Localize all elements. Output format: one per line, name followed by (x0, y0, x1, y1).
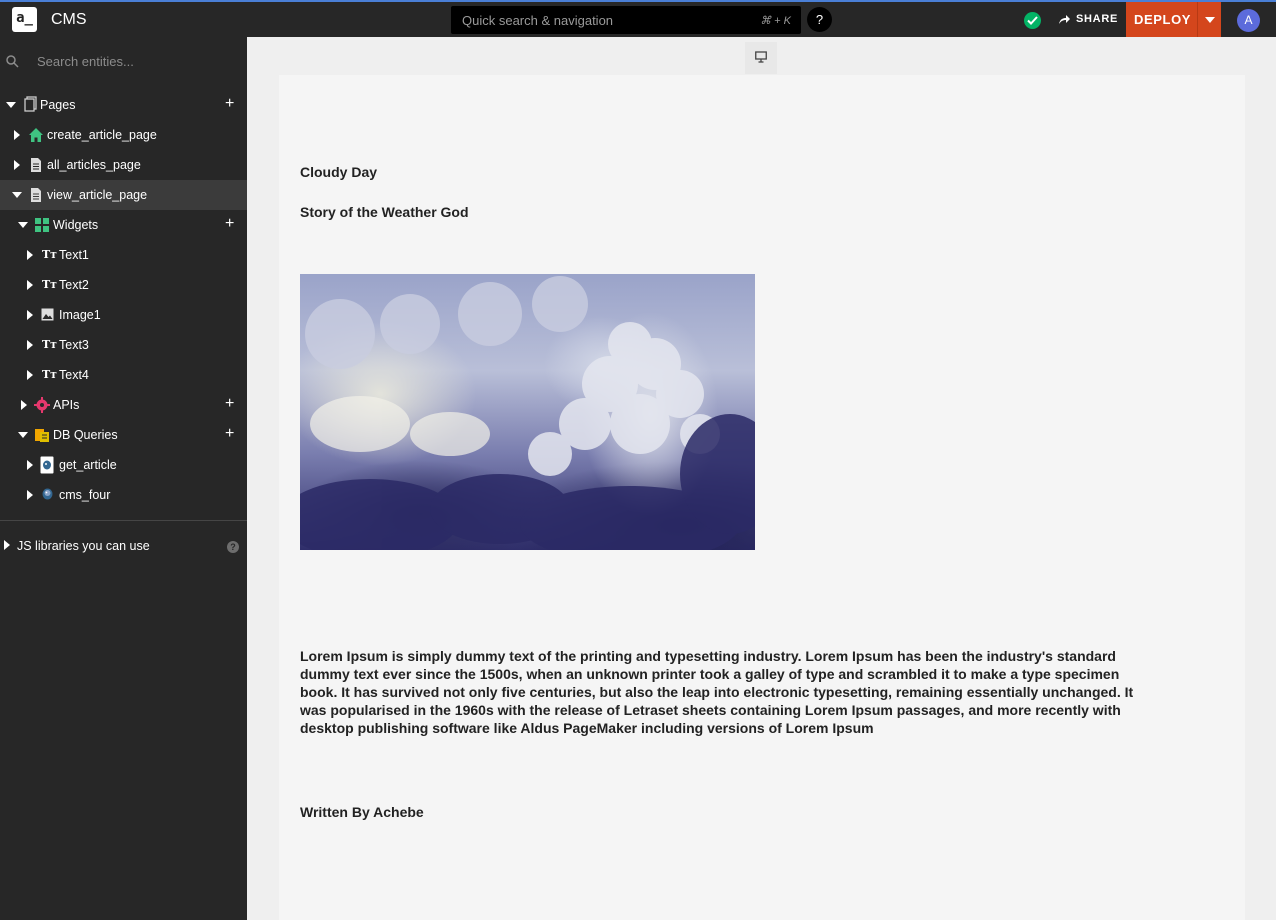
text4-widget[interactable]: Written By Achebe (300, 804, 424, 820)
home-icon (29, 128, 43, 142)
deploy-status-icon (1024, 12, 1041, 29)
expand-icon[interactable] (4, 540, 10, 550)
share-button[interactable]: SHARE (1059, 13, 1118, 25)
deploy-divider (1197, 2, 1198, 37)
query-label: cms_four (59, 488, 111, 502)
sidebar-divider (0, 520, 247, 521)
js-libraries-section[interactable]: JS libraries you can use ? (0, 532, 247, 558)
entity-search (0, 47, 247, 75)
text-widget-icon: Tт (42, 278, 58, 291)
widget-item-image1[interactable]: Image1 (0, 300, 247, 330)
app-title[interactable]: CMS (51, 11, 87, 29)
help-button[interactable]: ? (807, 7, 832, 32)
desktop-preview-toggle[interactable] (745, 42, 777, 74)
widget-item-text2[interactable]: Tт Text2 (0, 270, 247, 300)
widget-label: Text3 (59, 338, 89, 352)
expand-icon[interactable] (14, 160, 20, 170)
pages-label: Pages (40, 98, 76, 112)
share-arrow-icon (1059, 14, 1070, 24)
database-icon (35, 429, 49, 442)
quick-search-bar[interactable]: Quick search & navigation ⌘ + K (451, 6, 801, 34)
apis-label: APIs (53, 398, 80, 412)
search-icon (6, 55, 19, 68)
widget-item-text3[interactable]: Tт Text3 (0, 330, 247, 360)
quick-search-placeholder: Quick search & navigation (462, 13, 614, 28)
app-logo[interactable]: a_ (12, 7, 37, 32)
query-label: get_article (59, 458, 117, 472)
expand-icon[interactable] (21, 400, 27, 410)
entity-explorer-sidebar: Pages + create_article_page all_articles… (0, 37, 247, 920)
share-label: SHARE (1076, 13, 1119, 25)
expand-icon[interactable] (27, 460, 33, 470)
page-label: view_article_page (47, 188, 148, 202)
expand-icon[interactable] (27, 340, 33, 350)
page-icon (31, 158, 41, 172)
widgets-group[interactable]: Widgets + (0, 210, 247, 240)
text-widget-icon: Tт (42, 338, 58, 351)
image1-widget[interactable] (300, 274, 755, 550)
widget-label: Text2 (59, 278, 89, 292)
widgets-label: Widgets (53, 218, 99, 232)
widget-label: Text4 (59, 368, 89, 382)
top-bar: a_ CMS Quick search & navigation ⌘ + K ?… (0, 0, 1276, 37)
expand-icon[interactable] (27, 490, 33, 500)
user-avatar[interactable]: A (1237, 9, 1260, 32)
collapse-icon[interactable] (12, 192, 22, 198)
text2-widget[interactable]: Story of the Weather God (300, 204, 469, 220)
cloud-photo (300, 276, 755, 550)
text3-widget[interactable]: Lorem Ipsum is simply dummy text of the … (300, 647, 1160, 737)
widget-item-text1[interactable]: Tт Text1 (0, 240, 247, 270)
page-label: all_articles_page (47, 158, 141, 172)
widget-label: Image1 (59, 308, 101, 322)
postgres-query-icon (40, 456, 54, 474)
expand-icon[interactable] (27, 310, 33, 320)
apis-group[interactable]: APIs + (0, 390, 247, 420)
page-label: create_article_page (47, 128, 157, 142)
expand-icon[interactable] (27, 370, 33, 380)
widget-item-text4[interactable]: Tт Text4 (0, 360, 247, 390)
collapse-icon[interactable] (6, 102, 16, 108)
api-icon (34, 397, 50, 413)
help-icon[interactable]: ? (227, 541, 239, 553)
add-widget-icon[interactable]: + (225, 216, 234, 232)
js-libraries-label: JS libraries you can use (17, 539, 150, 553)
db-queries-label: DB Queries (53, 428, 118, 442)
collapse-icon[interactable] (18, 222, 28, 228)
page-item-create-article[interactable]: create_article_page (0, 120, 247, 150)
pages-icon (24, 96, 37, 112)
collapse-icon[interactable] (18, 432, 28, 438)
page-item-all-articles[interactable]: all_articles_page (0, 150, 247, 180)
add-page-icon[interactable]: + (225, 96, 234, 112)
desktop-icon (755, 51, 767, 63)
deploy-dropdown-icon[interactable] (1205, 17, 1215, 23)
app-canvas[interactable]: Cloudy Day Story of the Weather God Lore… (279, 75, 1245, 920)
quick-search-shortcut: ⌘ + K (760, 15, 791, 27)
page-icon (31, 188, 41, 202)
query-item-get-article[interactable]: get_article (0, 450, 247, 480)
widgets-icon (35, 218, 49, 232)
postgres-datasource-icon (42, 488, 53, 500)
db-queries-group[interactable]: DB Queries + (0, 420, 247, 450)
page-item-view-article[interactable]: view_article_page (0, 180, 247, 210)
add-query-icon[interactable]: + (225, 426, 234, 442)
deploy-label: DEPLOY (1134, 12, 1192, 27)
add-api-icon[interactable]: + (225, 396, 234, 412)
expand-icon[interactable] (14, 130, 20, 140)
text-widget-icon: Tт (42, 248, 58, 261)
query-item-cms-four[interactable]: cms_four (0, 480, 247, 510)
image-widget-icon (41, 308, 54, 321)
pages-group[interactable]: Pages + (0, 90, 247, 120)
text-widget-icon: Tт (42, 368, 58, 381)
widget-label: Text1 (59, 248, 89, 262)
deploy-button[interactable]: DEPLOY (1126, 2, 1221, 37)
expand-icon[interactable] (27, 280, 33, 290)
expand-icon[interactable] (27, 250, 33, 260)
text1-widget[interactable]: Cloudy Day (300, 164, 377, 180)
entity-search-input[interactable] (37, 52, 237, 70)
